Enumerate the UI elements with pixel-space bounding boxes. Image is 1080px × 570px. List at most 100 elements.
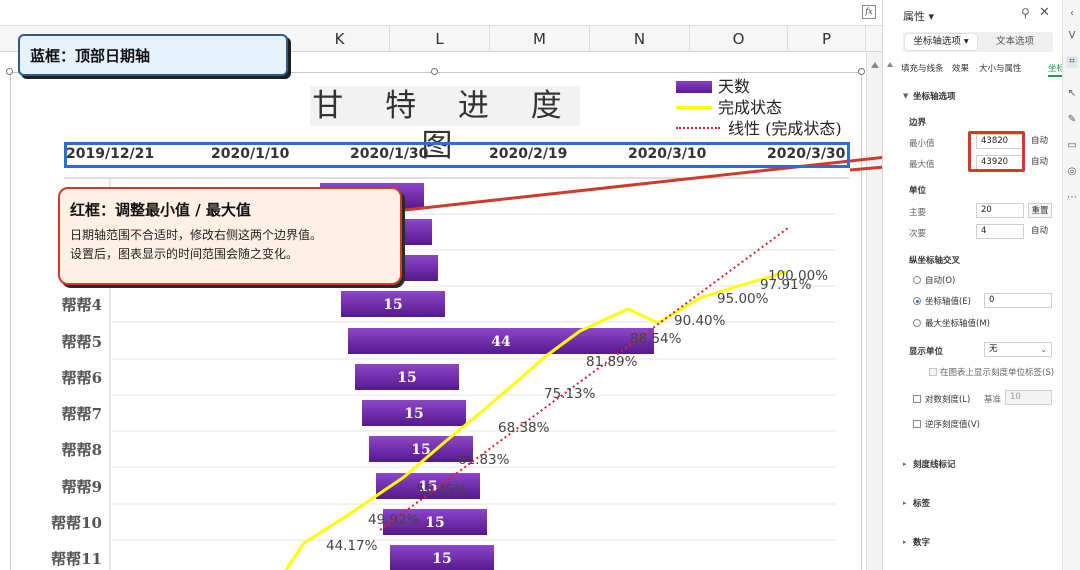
show-units-label: 在图表上显示刻度单位标签(S) [940, 368, 1055, 378]
text-options-tab[interactable]: 文本选项 [979, 34, 1051, 50]
line-point-label: 55.45% [416, 482, 468, 498]
properties-icon[interactable]: ⌗ [1066, 56, 1078, 68]
reverse-order-label[interactable]: 逆序刻度值(V) [925, 418, 980, 430]
section-expand-icon[interactable]: ▼ [903, 92, 908, 100]
legend-item-trendline: 线性 (完成状态) [676, 118, 856, 139]
chart-title[interactable]: 甘 特 进 度 图 [310, 86, 580, 164]
section-number[interactable]: 数字 [913, 536, 930, 548]
blue-callout: 蓝框：顶部日期轴 [18, 34, 288, 76]
date-tick-label: 2020/1/30 [350, 146, 429, 162]
axis-options-tab[interactable]: 坐标轴选项 ▾ [905, 34, 977, 50]
bounds-label: 边界 [909, 118, 927, 128]
category-label: 帮帮4 [61, 296, 102, 314]
line-point-label: 95.00% [717, 291, 769, 307]
spreadsheet-area: fx K L M N O P 15 44 15 15 15 15 15 15 100.00% 97… [0, 0, 882, 570]
date-axis-highlight-box [64, 142, 850, 168]
vertical-axis-cross-label: 纵坐标轴交叉 [909, 256, 961, 266]
line-point-label: 90.40% [674, 313, 726, 329]
date-tick-label: 2020/3/10 [628, 146, 707, 162]
cross-value-radio[interactable] [913, 297, 921, 305]
major-unit-input[interactable]: 20 [976, 203, 1024, 218]
tab-effects[interactable]: 效果 [952, 62, 969, 74]
panel-header: 属性 ▾ ⚲ ✕ [883, 0, 1063, 28]
max-label: 最大值 [909, 160, 935, 170]
style-icon[interactable]: V [1066, 30, 1078, 42]
date-tick-label: 2020/3/30 [767, 146, 846, 162]
min-auto-button[interactable]: 自动 [1031, 134, 1048, 149]
minor-unit-input[interactable]: 4 [976, 224, 1024, 239]
section-axis-options[interactable]: 坐标轴选项 [913, 90, 956, 102]
cross-max-radio[interactable] [913, 319, 921, 327]
section-collapse-icon[interactable]: ▸ [903, 499, 907, 507]
section-labels[interactable]: 标签 [913, 497, 930, 509]
cross-value-label[interactable]: 坐标轴值(E) [925, 295, 971, 307]
category-label: 帮帮6 [61, 369, 102, 387]
cross-max-label[interactable]: 最大坐标轴值(M) [925, 317, 990, 329]
bar-value-label: 15 [425, 515, 444, 531]
collapse-icon[interactable]: ‹ [1066, 8, 1078, 20]
panel-title[interactable]: 属性 ▾ [903, 8, 934, 24]
min-label: 最小值 [909, 139, 935, 149]
panel-scroll-indicator[interactable] [885, 56, 897, 356]
bar-value-label: 15 [432, 551, 451, 567]
shape-icon[interactable]: ▭ [1066, 140, 1078, 152]
select-icon[interactable]: ↖ [1066, 88, 1078, 100]
line-point-label: 49.92% [368, 512, 420, 528]
more-icon[interactable]: ⋯ [1066, 192, 1078, 204]
cross-auto-radio[interactable] [913, 276, 921, 284]
legend-dotted-swatch [676, 127, 720, 129]
legend-label: 天数 [718, 77, 751, 96]
date-tick-label: 2020/2/19 [489, 146, 568, 162]
chevron-down-icon: ⌄ [1040, 345, 1047, 354]
bar-value-label: 15 [404, 406, 423, 422]
panel-subtabs: 填充与线条 效果 大小与属性 坐标轴 [901, 62, 1074, 78]
line-point-label: 61.83% [458, 452, 510, 468]
display-units-label: 显示单位 [909, 347, 944, 357]
category-label: 帮帮7 [61, 405, 102, 423]
category-label: 帮帮5 [61, 333, 102, 351]
line-point-label: 88.54% [630, 331, 682, 347]
right-side-toolbar: ‹ V ⌗ ↖ ✎ ▭ ◎ ⋯ [1062, 0, 1080, 570]
cross-auto-label[interactable]: 自动(O) [925, 274, 955, 286]
bar-value-label: 44 [491, 334, 511, 350]
backup-icon[interactable]: ◎ [1066, 166, 1078, 178]
log-scale-label[interactable]: 对数刻度(L) [925, 393, 970, 405]
log-base-input[interactable]: 10 [1005, 390, 1052, 405]
bar-value-label: 15 [383, 297, 402, 313]
show-units-checkbox[interactable] [929, 368, 937, 376]
legend-bar-swatch [676, 81, 712, 93]
panel-title-text: 属性 [903, 10, 925, 23]
red-callout-line: 日期轴范围不合适时，修改右侧这两个边界值。 [70, 228, 323, 242]
tab-fill-and-line[interactable]: 填充与线条 [901, 62, 944, 74]
chart-legend[interactable]: 天数 完成状态 线性 (完成状态) [676, 76, 856, 139]
blue-callout-title: 蓝框：顶部日期轴 [30, 47, 151, 65]
section-tick-marks[interactable]: 刻度线标记 [913, 458, 956, 470]
date-tick-label: 2020/1/10 [211, 146, 290, 162]
category-label: 帮帮9 [61, 478, 102, 496]
reverse-order-checkbox[interactable] [913, 420, 921, 428]
category-label: 帮帮10 [51, 514, 102, 532]
red-callout: 红框：调整最小值 / 最大值 日期轴范围不合适时，修改右侧这两个边界值。 设置后… [58, 187, 402, 285]
minor-auto-button[interactable]: 自动 [1031, 224, 1048, 239]
pin-icon[interactable]: ⚲ [1021, 6, 1030, 20]
cross-value-input[interactable]: 0 [984, 293, 1052, 308]
section-collapse-icon[interactable]: ▸ [903, 538, 907, 546]
legend-label: 线性 (完成状态) [728, 119, 842, 138]
log-scale-checkbox[interactable] [913, 395, 921, 403]
close-icon[interactable]: ✕ [1039, 5, 1050, 20]
section-collapse-icon[interactable]: ▸ [903, 460, 907, 468]
max-auto-button[interactable]: 自动 [1031, 155, 1048, 170]
major-unit-label: 主要 [909, 208, 927, 218]
major-reset-button[interactable]: 重置 [1028, 203, 1052, 218]
category-label: 帮帮11 [51, 550, 102, 568]
tools-icon[interactable]: ✎ [1066, 114, 1078, 126]
minor-unit-label: 次要 [909, 229, 927, 239]
tab-size-and-properties[interactable]: 大小与属性 [979, 62, 1022, 74]
base-label: 基准 [984, 395, 1002, 405]
legend-line-swatch [676, 106, 712, 109]
line-point-label: 75.13% [544, 386, 596, 402]
display-units-value: 无 [989, 344, 998, 354]
display-units-select[interactable]: 无 ⌄ [984, 342, 1052, 357]
panel-scroll-up-icon[interactable] [887, 62, 893, 67]
properties-panel: 属性 ▾ ⚲ ✕ 坐标轴选项 ▾ 文本选项 填充与线条 效果 大小与属性 坐标轴… [882, 0, 1074, 570]
